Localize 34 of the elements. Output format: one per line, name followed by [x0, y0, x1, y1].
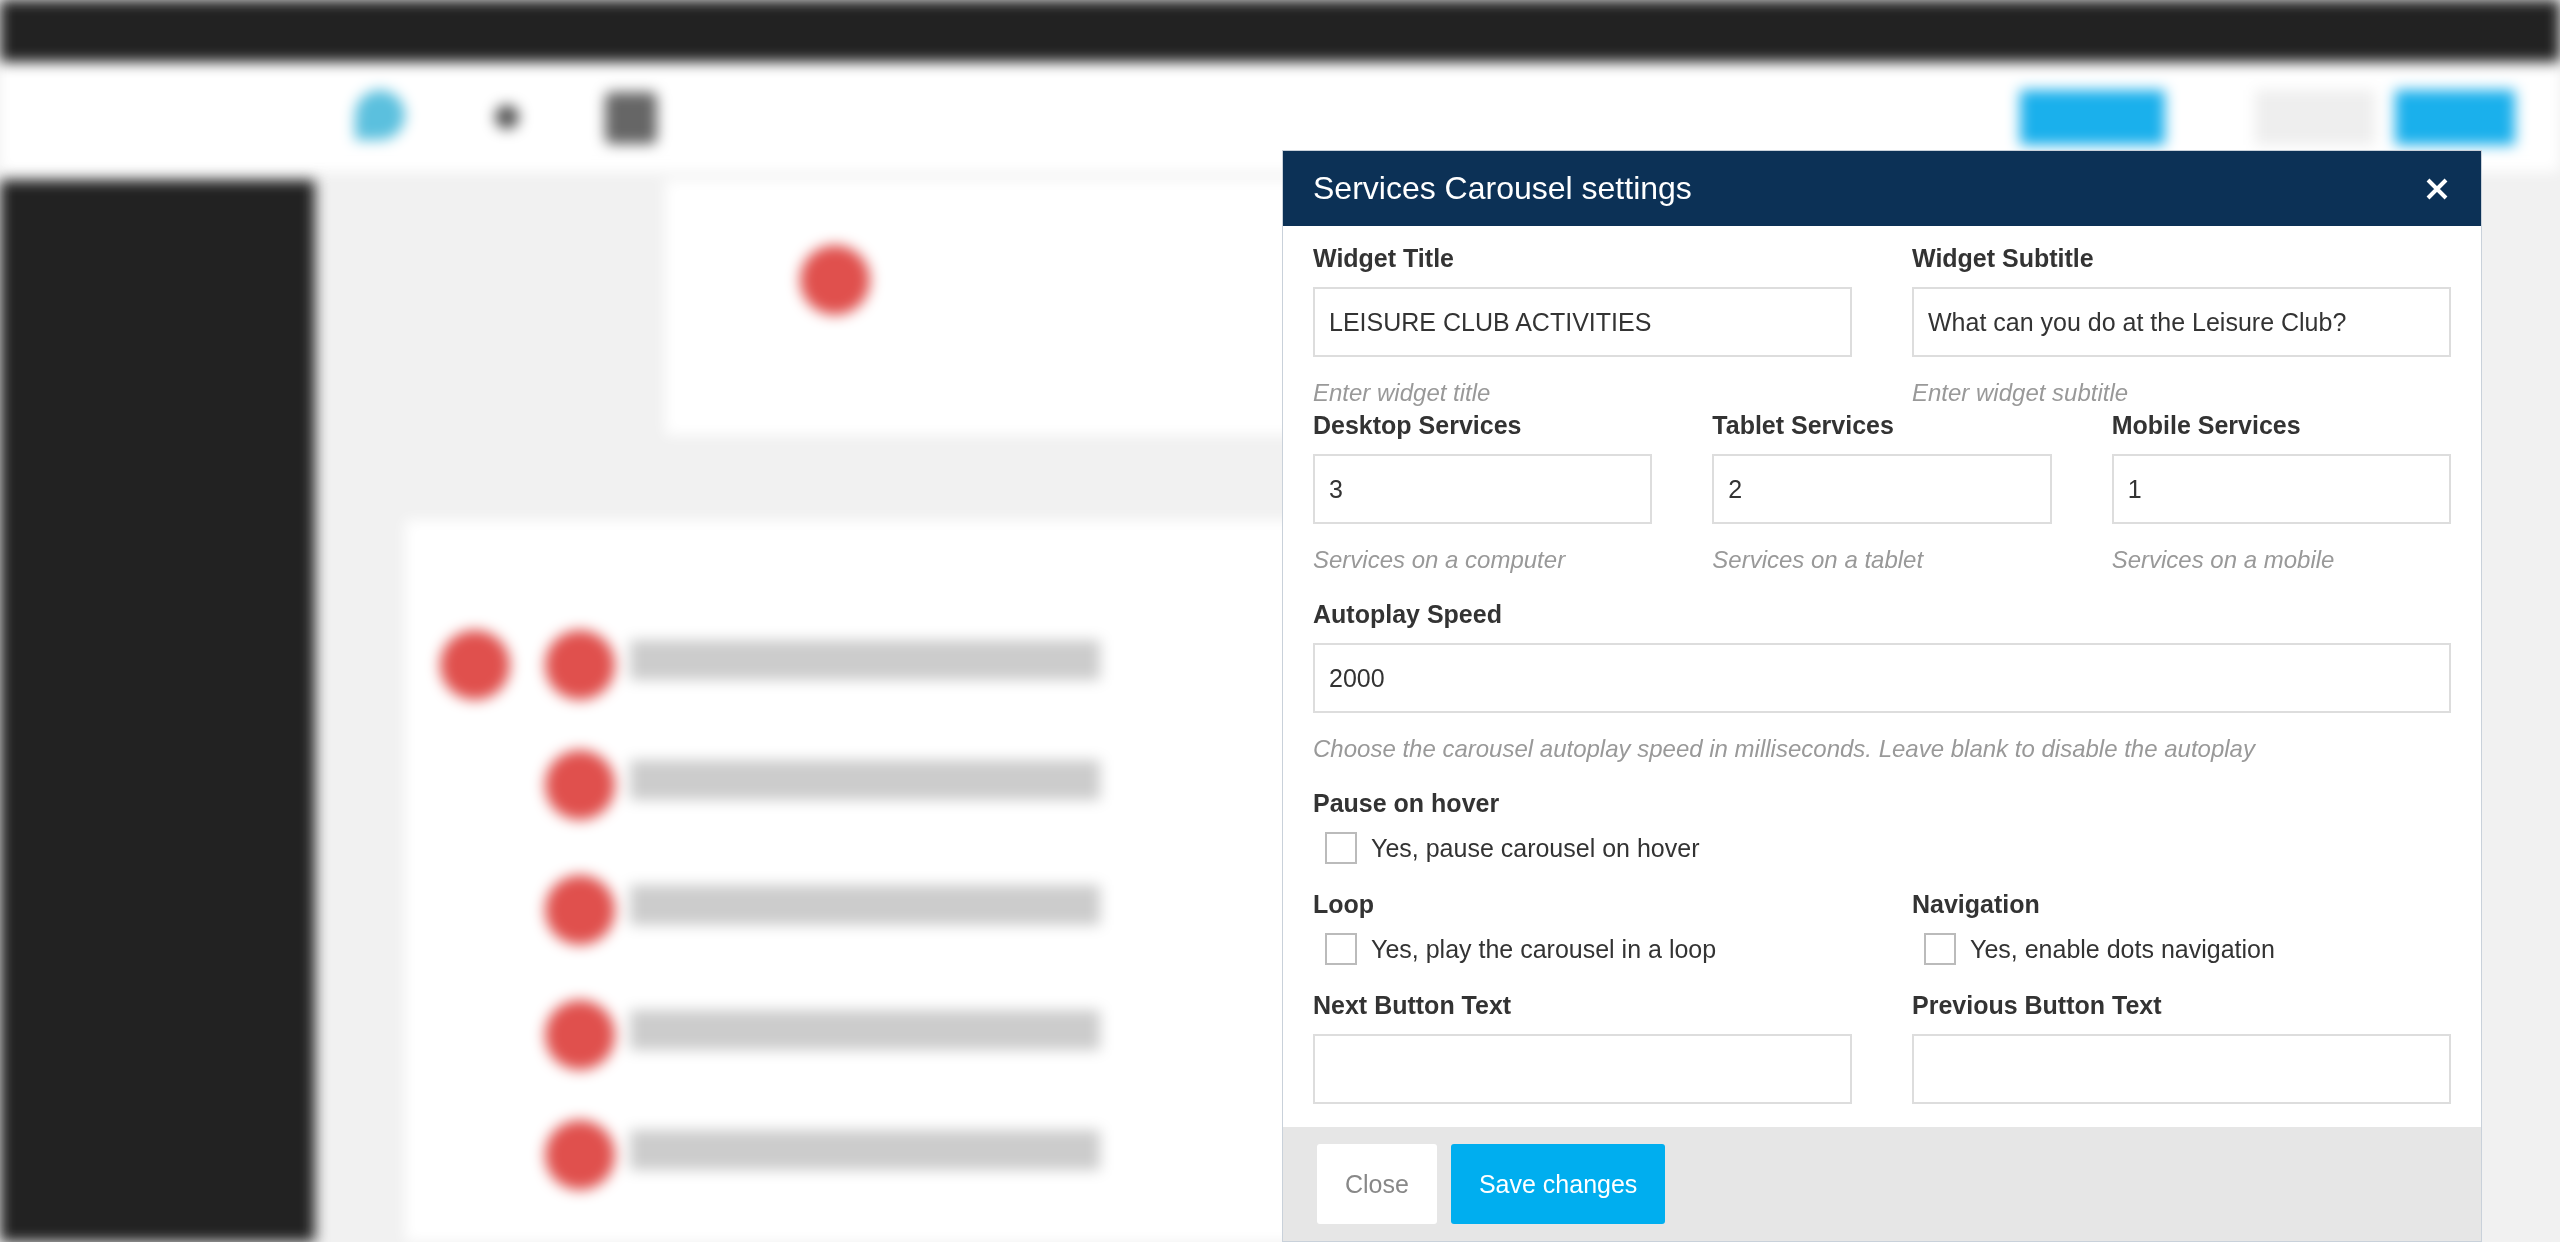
close-icon[interactable] — [2425, 176, 2449, 201]
help-text: Services on a mobile — [2111, 546, 2335, 574]
help-text: Enter widget subtitle — [1912, 379, 2129, 407]
close-button[interactable]: Close — [1317, 1144, 1437, 1224]
field-label: Tablet Services — [1712, 411, 1894, 440]
checkbox-label[interactable]: Yes, enable dots navigation — [1970, 934, 2275, 964]
help-text: Choose the carousel autoplay speed in milliseconds. Leave blank to disable the autoplay — [1313, 735, 2255, 763]
input-field[interactable]: 2000 — [1313, 643, 2451, 713]
input-field[interactable] — [1912, 1034, 2451, 1104]
dialog-title: Services Carousel settings — [1313, 170, 1692, 207]
checkbox-label[interactable]: Yes, play the carousel in a loop — [1371, 934, 1717, 964]
input-field[interactable]: LEISURE CLUB ACTIVITIES — [1313, 287, 1852, 357]
field-label: Widget Subtitle — [1912, 244, 2094, 273]
field-label: Autoplay Speed — [1313, 600, 1502, 629]
input-field[interactable] — [1313, 1034, 1852, 1104]
checkbox-label[interactable]: Yes, pause carousel on hover — [1371, 833, 1700, 863]
field-label: Desktop Services — [1313, 411, 1522, 440]
input-field[interactable]: 1 — [2111, 454, 2451, 524]
field-label: Pause on hover — [1313, 789, 1500, 818]
checkbox[interactable] — [1325, 832, 1357, 864]
field-label: Loop — [1313, 890, 1375, 919]
input-field[interactable]: What can you do at the Leisure Club? — [1912, 287, 2451, 357]
field-label: Mobile Services — [2111, 411, 2301, 440]
help-text: Services on a tablet — [1712, 546, 1924, 574]
input-field[interactable]: 2 — [1712, 454, 2052, 524]
field-label: Widget Title — [1313, 244, 1454, 273]
help-text: Enter widget title — [1313, 379, 1491, 407]
help-text: Services on a computer — [1313, 546, 1566, 574]
field-label: Previous Button Text — [1912, 991, 2162, 1020]
input-field[interactable]: 3 — [1313, 454, 1653, 524]
checkbox[interactable] — [1924, 933, 1956, 965]
field-label: Navigation — [1912, 890, 2040, 919]
field-label: Next Button Text — [1313, 991, 1512, 1020]
checkbox[interactable] — [1325, 933, 1357, 965]
